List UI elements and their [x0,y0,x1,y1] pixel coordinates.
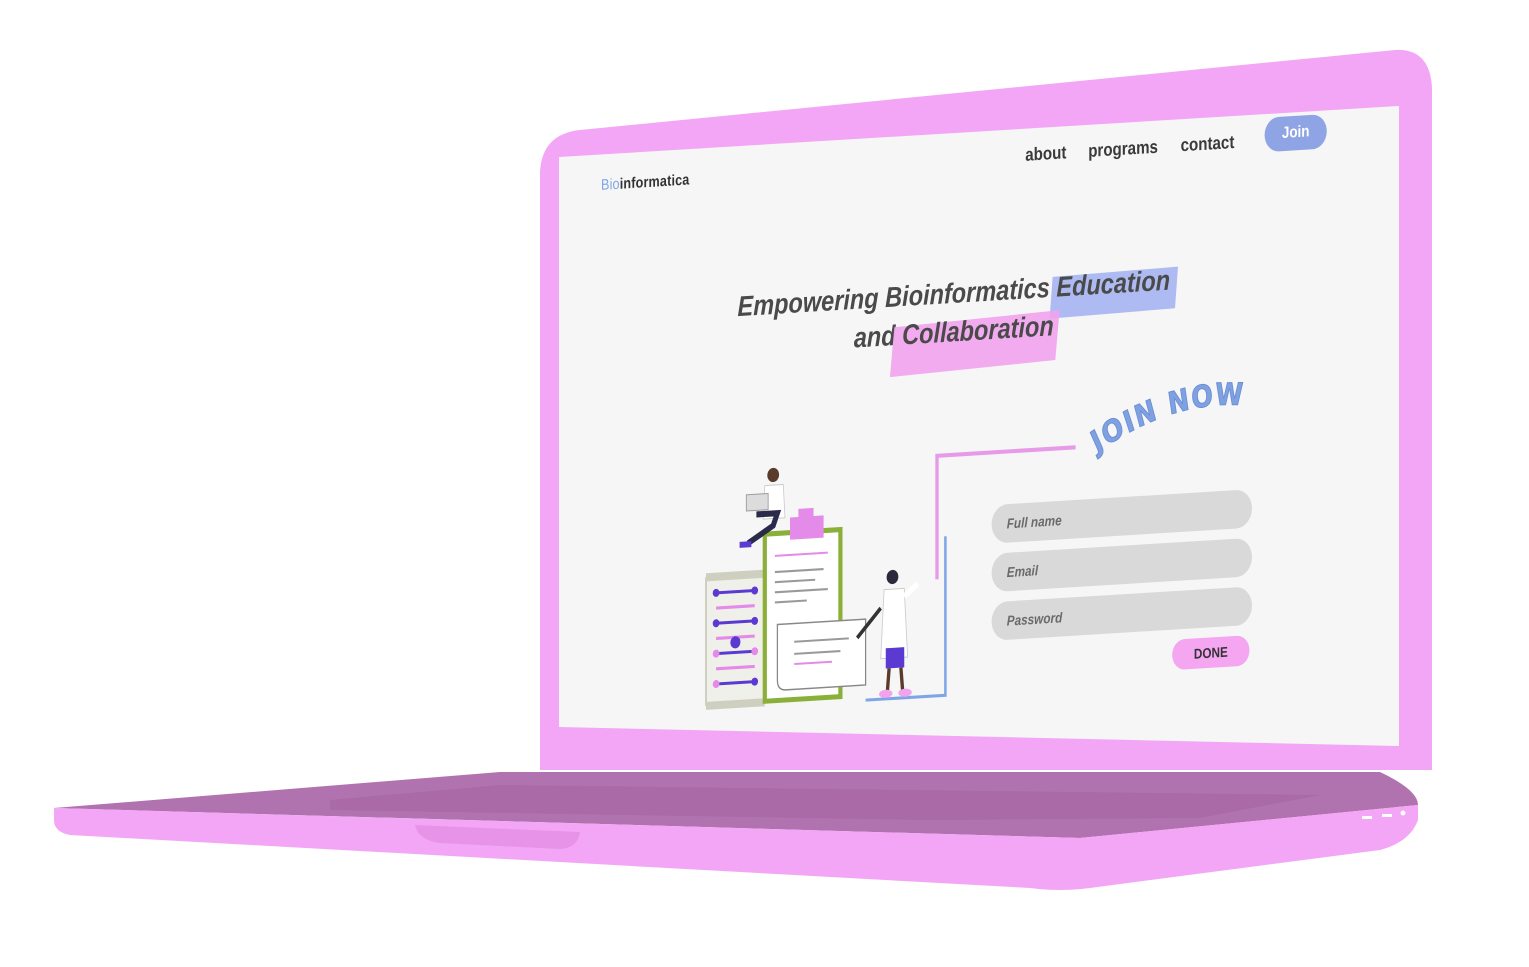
paper-scroll [776,618,867,691]
email-field[interactable]: Email [991,537,1252,593]
website: Bioinformatica about programs contact Jo… [559,106,1399,806]
laptop-mockup-scene: Bioinformatica about programs contact Jo… [0,0,1529,967]
hero-heading: Empowering Bioinformatics Education and … [651,256,1256,370]
done-button[interactable]: DONE [1172,635,1250,671]
scientist-standing [856,569,920,698]
clipboard-clip [790,515,824,540]
password-field[interactable]: Password [991,586,1252,641]
scientists-illustration [705,467,920,710]
full-name-placeholder: Full name [1006,511,1062,532]
join-now-text: JOIN NOW [1088,374,1246,462]
join-now-heading: JOIN NOW [1088,374,1246,462]
full-name-field[interactable]: Full name [991,489,1252,544]
usb-port [1362,816,1372,819]
nav-link-about[interactable]: about [1025,142,1066,166]
nav-link-contact[interactable]: contact [1181,132,1235,157]
brand-logo[interactable]: Bioinformatica [601,171,689,194]
email-placeholder: Email [1006,561,1039,581]
hero-highlight-education: Education [1056,264,1171,303]
brand-prefix: Bio [601,175,620,194]
join-button[interactable]: Join [1264,113,1327,153]
hero-highlight-collaboration: Collaboration [902,309,1054,351]
signup-form: Full name Email Password DONE [991,489,1261,682]
headphone-port [1400,810,1406,816]
password-placeholder: Password [1006,609,1063,629]
laptop-icon [745,492,769,512]
nav-link-programs[interactable]: programs [1088,136,1158,162]
svg-text:JOIN NOW: JOIN NOW [1088,375,1245,462]
brand-suffix: informatica [619,171,690,193]
usb-port [1382,814,1392,817]
form-decor-lines [865,445,1076,702]
